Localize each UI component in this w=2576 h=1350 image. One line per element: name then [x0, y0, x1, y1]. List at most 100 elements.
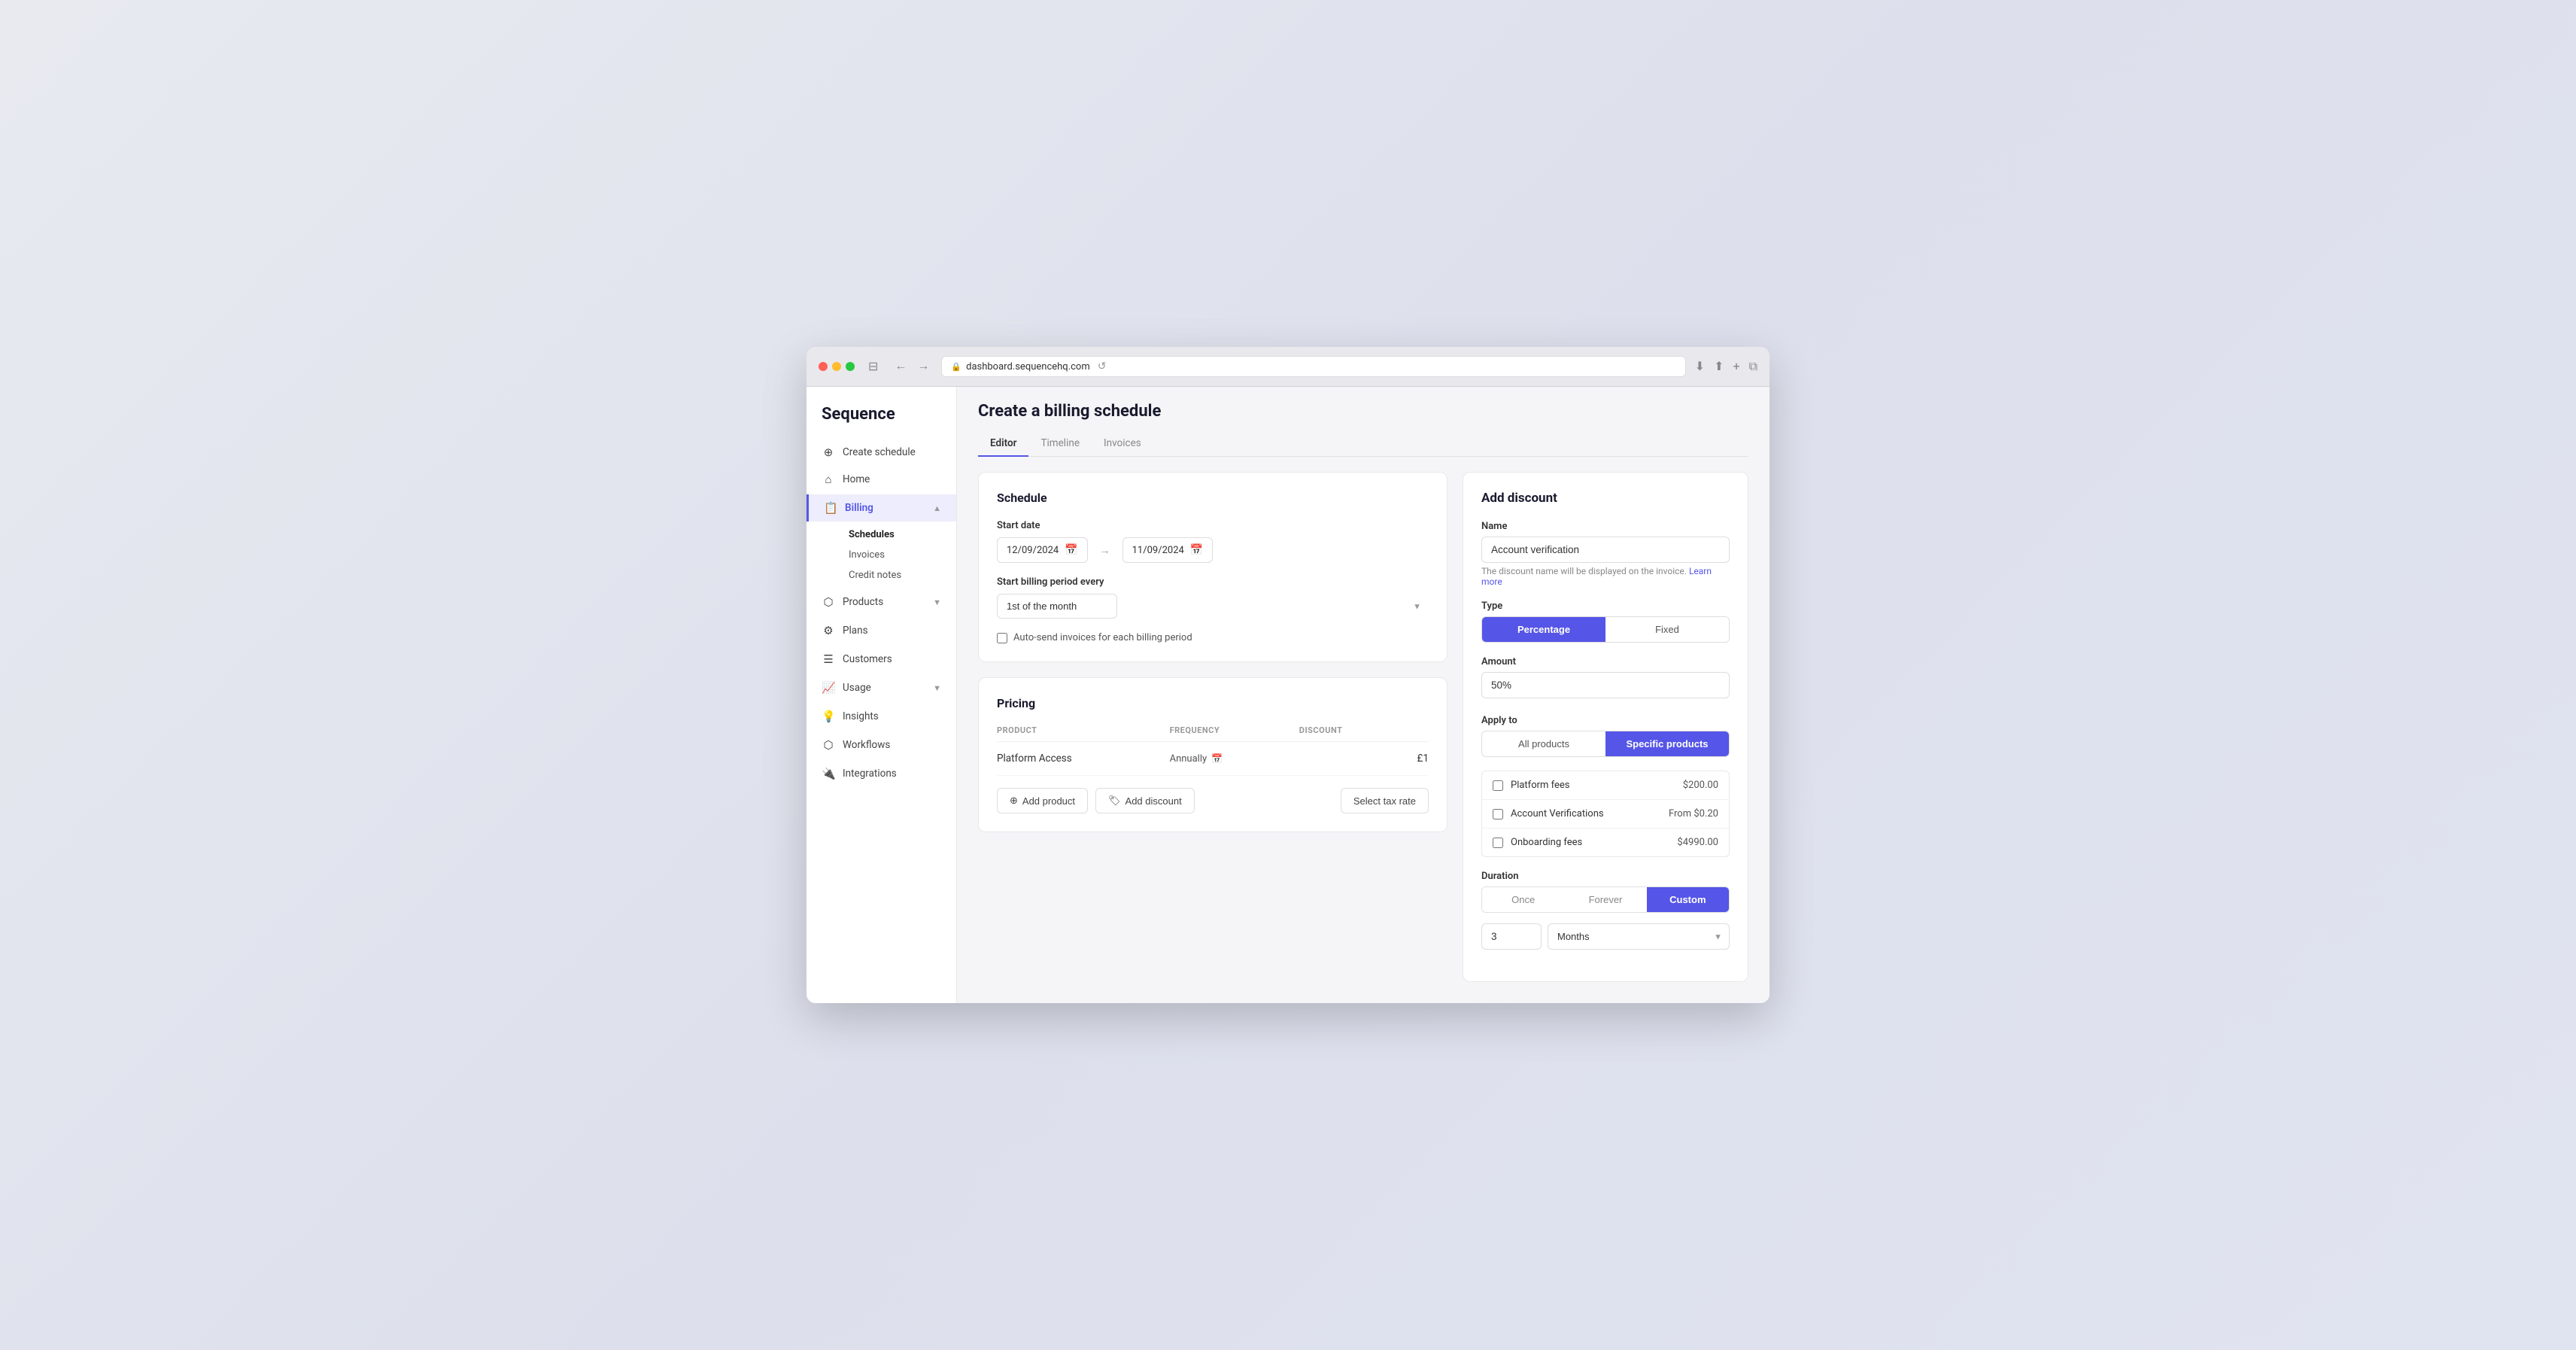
content-area: Schedule Start date 12/09/2024 📅 → — [957, 457, 1769, 1003]
type-percentage-button[interactable]: Percentage — [1482, 617, 1605, 642]
product-item-account-verifications: Account Verifications From $0.20 — [1482, 800, 1729, 829]
auto-send-label: Auto-send invoices for each billing peri… — [1013, 632, 1192, 643]
duration-value-row: Days Weeks Months Years ▼ — [1481, 923, 1730, 950]
sidebar-nav: ⌂ Home 📋 Billing ▲ Schedules Invoices Cr… — [807, 466, 956, 787]
product-list: Platform fees $200.00 Account Verificati… — [1481, 771, 1730, 857]
add-discount-tag-icon: 🏷 — [1108, 795, 1121, 807]
sidebar-item-products[interactable]: ⬡ Products ▼ — [807, 588, 956, 616]
sidebar-toggle-button[interactable]: ⊟ — [864, 357, 882, 376]
sidebar-sub-schedules[interactable]: Schedules — [843, 524, 956, 545]
add-product-label: Add product — [1022, 795, 1075, 807]
sidebar-sub-credit-notes[interactable]: Credit notes — [843, 565, 956, 585]
forward-button[interactable]: → — [914, 358, 932, 375]
apply-to-group: Apply to All products Specific products … — [1481, 715, 1730, 857]
discount-amount-group: Amount — [1481, 656, 1730, 701]
end-date-value: 11/09/2024 — [1132, 545, 1184, 556]
product-name-onboarding-fees: Onboarding fees — [1511, 837, 1669, 848]
sidebar-item-label-products: Products — [843, 596, 883, 608]
discount-name-input[interactable] — [1481, 537, 1730, 563]
discount-amount-input[interactable] — [1481, 672, 1730, 698]
discount-name-group: Name The discount name will be displayed… — [1481, 521, 1730, 587]
download-icon[interactable]: ⬇ — [1695, 359, 1705, 374]
tabs-bar: Editor Timeline Invoices — [978, 431, 1748, 457]
tab-timeline[interactable]: Timeline — [1028, 431, 1092, 457]
traffic-lights — [819, 362, 855, 371]
usage-icon: 📈 — [822, 681, 835, 695]
end-date-calendar-icon: 📅 — [1190, 544, 1203, 556]
pricing-actions: ⊕ Add product 🏷 Add discount Select tax … — [997, 788, 1429, 813]
type-toggle-group: Percentage Fixed — [1481, 616, 1730, 643]
sidebar-item-customers[interactable]: ☰ Customers — [807, 646, 956, 673]
select-tax-rate-button[interactable]: Select tax rate — [1341, 788, 1429, 813]
product-checkbox-account-verifications[interactable] — [1493, 809, 1503, 819]
duration-forever-button[interactable]: Forever — [1564, 887, 1646, 912]
apply-all-products-button[interactable]: All products — [1482, 731, 1605, 756]
apply-toggle-group: All products Specific products — [1481, 731, 1730, 757]
billing-period-select[interactable]: 1st of the month — [997, 594, 1117, 619]
add-discount-button[interactable]: 🏷 Add discount — [1095, 788, 1195, 813]
tab-editor[interactable]: Editor — [978, 431, 1028, 457]
close-button[interactable] — [819, 362, 828, 371]
schedule-card: Schedule Start date 12/09/2024 📅 → — [978, 472, 1447, 662]
sidebar-item-label-workflows: Workflows — [843, 739, 890, 751]
product-item-onboarding-fees: Onboarding fees $4990.00 — [1482, 829, 1729, 856]
product-checkbox-onboarding-fees[interactable] — [1493, 838, 1503, 848]
create-schedule-icon: ⊕ — [822, 445, 835, 459]
main-panel: Schedule Start date 12/09/2024 📅 → — [978, 457, 1447, 982]
apply-to-label: Apply to — [1481, 715, 1730, 726]
sidebar-item-integrations[interactable]: 🔌 Integrations — [807, 760, 956, 787]
sidebar-item-label-home: Home — [843, 473, 870, 485]
add-product-button[interactable]: ⊕ Add product — [997, 788, 1088, 813]
share-icon[interactable]: ⬆ — [1714, 359, 1724, 374]
duration-number-input[interactable] — [1481, 923, 1542, 950]
amount-cell: £1 — [1299, 753, 1429, 765]
duration-unit-select[interactable]: Days Weeks Months Years — [1548, 923, 1730, 950]
new-tab-icon[interactable]: + — [1733, 359, 1739, 374]
tab-invoices[interactable]: Invoices — [1092, 431, 1153, 457]
sidebar-item-usage[interactable]: 📈 Usage ▼ — [807, 674, 956, 701]
product-price-platform-fees: $200.00 — [1683, 780, 1718, 791]
workflows-icon: ⬡ — [822, 738, 835, 752]
select-tax-rate-label: Select tax rate — [1353, 795, 1416, 807]
sidebar-item-home[interactable]: ⌂ Home — [807, 466, 956, 493]
sidebar-item-insights[interactable]: 💡 Insights — [807, 703, 956, 730]
frequency-cell: Annually 📅 — [1170, 753, 1299, 765]
sidebar: Sequence ⊕ Create schedule ⌂ Home 📋 Bill… — [807, 387, 957, 1003]
sidebar-item-label-plans: Plans — [843, 625, 868, 637]
sidebar-item-create-schedule[interactable]: ⊕ Create schedule — [807, 439, 956, 466]
duration-unit-wrapper: Days Weeks Months Years ▼ — [1548, 923, 1730, 950]
add-discount-label: Add discount — [1125, 795, 1182, 807]
copy-icon[interactable]: ⧉ — [1749, 359, 1757, 374]
insights-icon: 💡 — [822, 710, 835, 723]
sidebar-item-billing[interactable]: 📋 Billing ▲ — [807, 494, 956, 521]
address-bar[interactable]: 🔒 dashboard.sequencehq.com ↺ — [941, 356, 1685, 377]
duration-once-button[interactable]: Once — [1482, 887, 1564, 912]
duration-custom-button[interactable]: Custom — [1647, 887, 1729, 912]
fullscreen-button[interactable] — [846, 362, 855, 371]
sidebar-item-plans[interactable]: ⚙ Plans — [807, 617, 956, 644]
apply-specific-products-button[interactable]: Specific products — [1605, 731, 1729, 756]
page-header: Create a billing schedule Editor Timelin… — [957, 387, 1769, 457]
start-date-value: 12/09/2024 — [1007, 545, 1059, 556]
reload-icon[interactable]: ↺ — [1098, 360, 1107, 372]
frequency-value: Annually — [1170, 753, 1208, 765]
sidebar-item-label-usage: Usage — [843, 682, 871, 694]
customers-icon: ☰ — [822, 652, 835, 666]
back-button[interactable]: ← — [892, 358, 910, 375]
pricing-table-header: PRODUCT FREQUENCY DISCOUNT — [997, 725, 1429, 742]
type-fixed-button[interactable]: Fixed — [1605, 617, 1729, 642]
minimize-button[interactable] — [832, 362, 841, 371]
product-checkbox-platform-fees[interactable] — [1493, 780, 1503, 791]
billing-chevron-icon: ▲ — [933, 503, 941, 513]
start-date-input[interactable]: 12/09/2024 📅 — [997, 537, 1088, 563]
discount-type-group: Type Percentage Fixed — [1481, 601, 1730, 643]
end-date-input[interactable]: 11/09/2024 📅 — [1122, 537, 1214, 563]
usage-chevron-icon: ▼ — [933, 683, 941, 693]
start-date-label: Start date — [997, 520, 1429, 531]
auto-send-checkbox[interactable] — [997, 633, 1007, 643]
integrations-icon: 🔌 — [822, 767, 835, 780]
pricing-card: Pricing PRODUCT FREQUENCY DISCOUNT Platf… — [978, 677, 1447, 832]
sidebar-item-workflows[interactable]: ⬡ Workflows — [807, 731, 956, 759]
sidebar-sub-invoices[interactable]: Invoices — [843, 545, 956, 565]
duration-toggle-group: Once Forever Custom — [1481, 886, 1730, 913]
